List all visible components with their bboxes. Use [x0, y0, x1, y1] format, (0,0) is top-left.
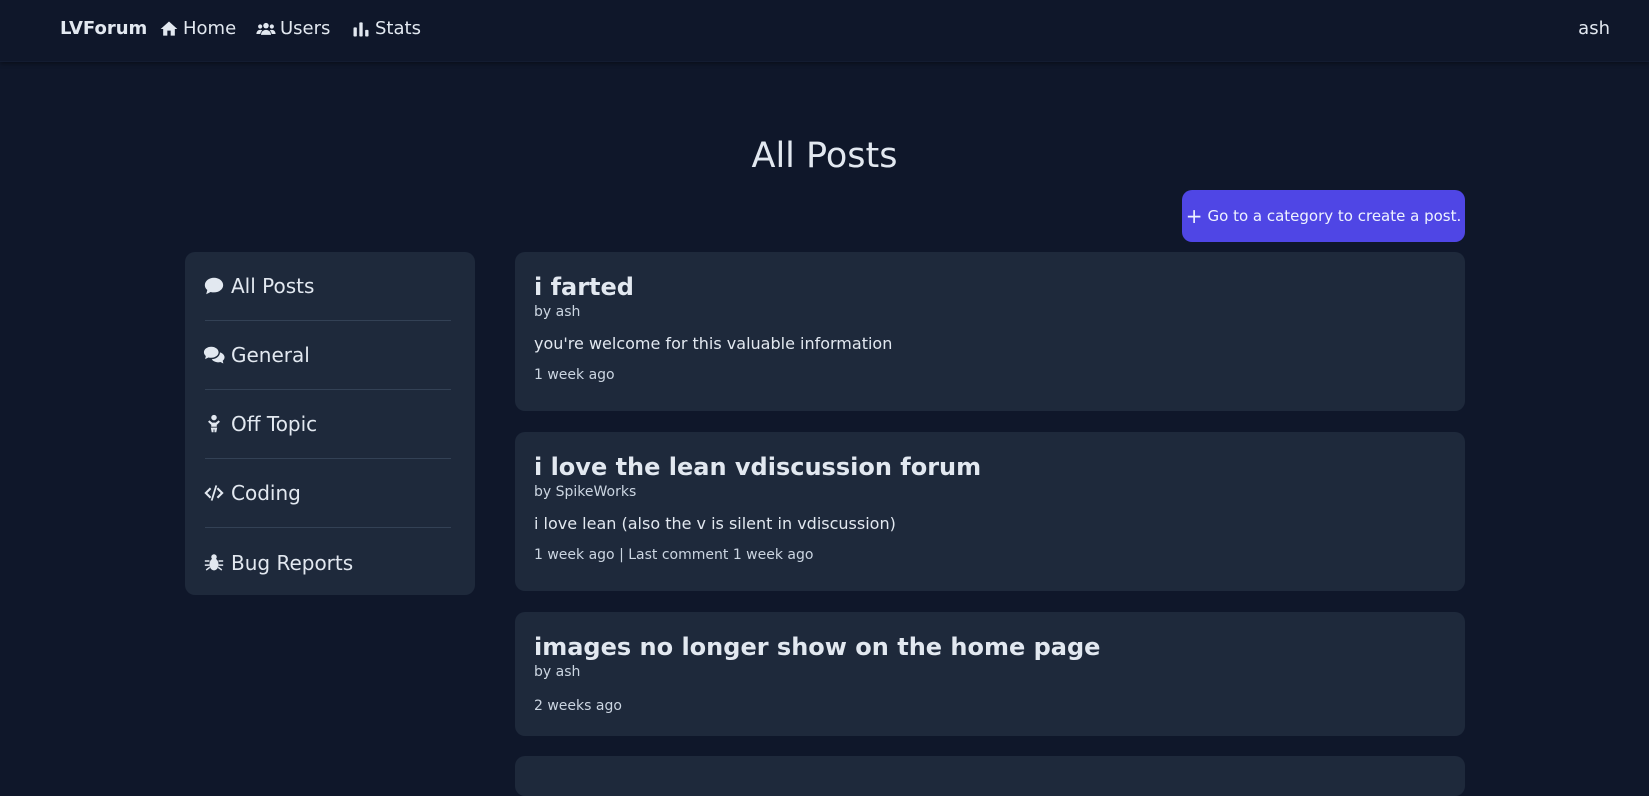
sidebar-item-general[interactable]: General [203, 321, 451, 390]
post-meta: 1 week ago | Last comment 1 week ago [534, 547, 814, 563]
post-title[interactable]: i farted [534, 272, 1446, 302]
post-card[interactable] [515, 756, 1465, 796]
code-icon [204, 485, 224, 501]
sidebar-item-label: Bug Reports [231, 550, 354, 575]
sidebar-item-label: General [231, 343, 310, 367]
sidebar-item-label: All Posts [231, 274, 315, 298]
nav-stats-label: Stats [375, 18, 421, 39]
sidebar-item-bug-reports[interactable]: Bug Reports [204, 528, 451, 597]
home-icon [160, 21, 178, 36]
post-body: i love lean (also the v is silent in vdi… [534, 514, 896, 533]
post-card[interactable]: images no longer show on the home page b… [515, 612, 1465, 736]
sidebar-item-label: Coding [231, 481, 301, 505]
nav-users-link[interactable]: Users [256, 18, 330, 39]
bug-icon [204, 553, 224, 571]
post-title[interactable]: images no longer show on the home page [534, 632, 1446, 662]
sidebar-item-coding[interactable]: Coding [204, 459, 451, 528]
sidebar-item-all-posts[interactable]: All Posts [204, 252, 451, 321]
post-card[interactable]: i farted by ash you're welcome for this … [515, 252, 1465, 411]
users-icon [256, 22, 276, 35]
post-author: by SpikeWorks [534, 484, 637, 500]
comments-icon [203, 346, 225, 364]
child-icon [208, 414, 220, 433]
post-title[interactable]: i love the lean vdiscussion forum [534, 452, 1446, 482]
stats-icon [353, 21, 369, 36]
plus-icon: + [1185, 204, 1203, 228]
post-author: by ash [534, 664, 581, 680]
page-title: All Posts [751, 136, 898, 176]
create-post-button[interactable]: + Go to a category to create a post. [1182, 190, 1465, 242]
nav-home-label: Home [183, 18, 237, 39]
nav-stats-link[interactable]: Stats [351, 18, 421, 39]
post-author: by ash [534, 304, 581, 320]
sidebar-item-off-topic[interactable]: Off Topic [205, 390, 451, 459]
nav-users-label: Users [280, 18, 331, 39]
nav-home-link[interactable]: Home [159, 18, 236, 39]
category-sidebar: All Posts General Off Topic Coding Bug R… [185, 252, 475, 595]
user-menu[interactable]: ash [1578, 18, 1610, 39]
post-card[interactable]: i love the lean vdiscussion forum by Spi… [515, 432, 1465, 591]
post-meta: 1 week ago [534, 367, 615, 383]
brand-link[interactable]: LVForum [60, 18, 147, 39]
sidebar-item-label: Off Topic [231, 412, 318, 436]
post-body: you're welcome for this valuable informa… [534, 334, 893, 353]
create-post-label: Go to a category to create a post. [1207, 207, 1462, 225]
post-meta: 2 weeks ago [534, 698, 622, 714]
top-navbar: LVForum Home Users Stats ash [0, 0, 1649, 62]
comment-icon [204, 277, 224, 295]
